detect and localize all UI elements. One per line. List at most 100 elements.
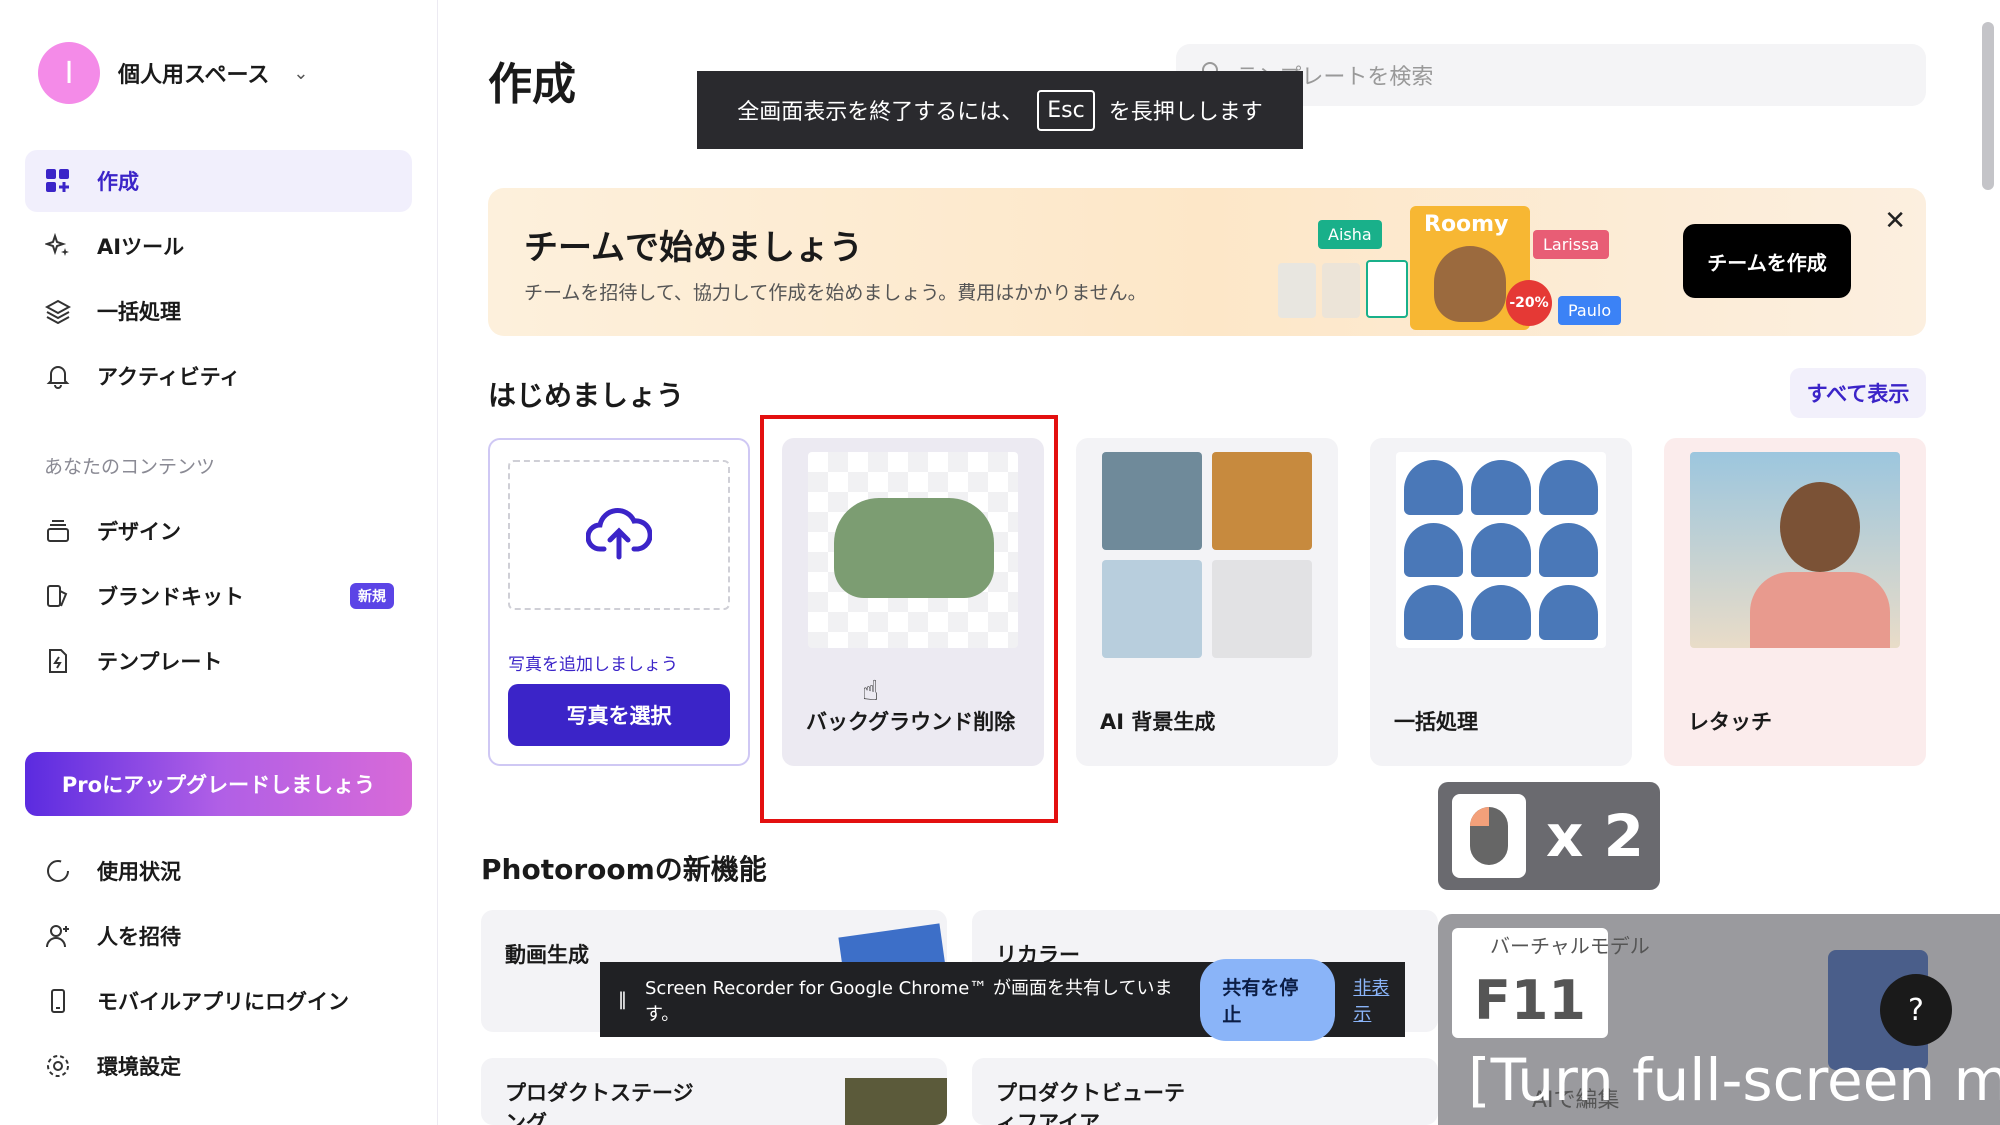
sidebar-item-usage[interactable]: 使用状況 xyxy=(25,840,412,902)
feature-product-beautifier[interactable]: プロダクトビューティフアイア xyxy=(972,1058,1438,1125)
choose-photo-button[interactable]: 写真を選択 xyxy=(508,684,730,746)
grid-plus-icon xyxy=(43,166,73,196)
sidebar-item-label: 使用状況 xyxy=(97,860,181,884)
esc-key: Esc xyxy=(1037,89,1095,131)
virtual-model-label: バーチャルモデル xyxy=(1490,934,1650,958)
page-title: 作成 xyxy=(488,59,576,110)
sidebar-item-label: テンプレート xyxy=(97,650,223,674)
stop-sharing-button[interactable]: 共有を停止 xyxy=(1200,958,1336,1041)
brand-kit-icon xyxy=(43,581,73,611)
layers-icon xyxy=(43,296,73,326)
workspace-switcher[interactable]: I 個人用スペース ⌄ xyxy=(38,42,308,104)
sidebar-item-settings[interactable]: 環境設定 xyxy=(25,1035,412,1097)
sidebar-item-label: アクティビティ xyxy=(97,365,241,389)
sidebar-item-activity[interactable]: アクティビティ xyxy=(25,345,412,407)
pause-icon: ‖ xyxy=(618,989,627,1010)
usage-ring-icon xyxy=(43,856,73,886)
sidebar-item-label: 人を招待 xyxy=(97,925,181,949)
bell-icon xyxy=(43,361,73,391)
card-batch[interactable]: 一括処理 xyxy=(1370,438,1632,766)
upgrade-button[interactable]: Proにアップグレードしましょう xyxy=(25,752,412,816)
sidebar-item-label: 作成 xyxy=(97,170,139,194)
sidebar-item-templates[interactable]: テンプレート xyxy=(25,630,412,692)
caps-grid xyxy=(1396,452,1606,648)
sidebar-item-create[interactable]: 作成 xyxy=(25,150,412,212)
cap-image xyxy=(1471,585,1531,640)
phone-icon xyxy=(43,986,73,1016)
fullscreen-exit-notice: 全画面表示を終了するには、 Esc を長押しします xyxy=(697,71,1303,149)
cap-image xyxy=(1538,460,1598,515)
discount-badge: -20% xyxy=(1506,280,1552,326)
collaborator-tag: Paulo xyxy=(1558,296,1622,325)
chevron-down-icon: ⌄ xyxy=(293,62,309,84)
feature-label: プロダクトビューティフアイア xyxy=(996,1081,1185,1125)
sidebar-item-label: AIツール xyxy=(97,235,185,259)
avatar: I xyxy=(38,42,100,104)
sidebar-item-invite[interactable]: 人を招待 xyxy=(25,905,412,967)
sidebar-item-batch[interactable]: 一括処理 xyxy=(25,280,412,342)
feature-label: プロダクトステージング xyxy=(505,1081,694,1125)
portrait-face xyxy=(1780,482,1860,572)
card-label: 一括処理 xyxy=(1394,710,1478,734)
feature-thumb xyxy=(845,1078,947,1125)
image-tile xyxy=(1212,560,1312,658)
template-icon xyxy=(43,646,73,676)
click-count-overlay: x 2 xyxy=(1438,782,1660,890)
see-all-button[interactable]: すべて表示 xyxy=(1790,368,1926,418)
brand-text: Roomy xyxy=(1424,212,1509,237)
new-badge: 新規 xyxy=(350,583,394,609)
upload-dropzone[interactable] xyxy=(508,460,730,610)
product-thumb-selected xyxy=(1366,260,1408,318)
sidebar-item-brand-kit[interactable]: ブランドキット 新規 xyxy=(25,565,412,627)
team-banner: チームで始めましょう チームを招待して、協力して作成を始めましょう。費用はかかり… xyxy=(488,188,1926,336)
cap-image xyxy=(1404,585,1464,640)
share-text: Screen Recorder for Google Chrome™ が画面を共… xyxy=(645,977,1173,1025)
image-tile xyxy=(1102,560,1202,658)
new-features-title: Photoroomの新機能 xyxy=(481,853,767,886)
sidebar-item-label: 一括処理 xyxy=(97,300,181,324)
cap-image xyxy=(1404,460,1464,515)
teddy-bear xyxy=(1434,246,1506,322)
cap-image xyxy=(1538,585,1598,640)
product-thumb xyxy=(1278,263,1316,318)
sidebar: I 個人用スペース ⌄ 作成 AIツール 一括処理 アクティビティ あなたのコン… xyxy=(0,0,438,1125)
sidebar-item-label: 環境設定 xyxy=(97,1055,181,1079)
help-icon[interactable]: ? xyxy=(1880,974,1952,1046)
notice-text: 全画面表示を終了するには、 xyxy=(737,100,1024,125)
hide-link[interactable]: 非表示 xyxy=(1353,974,1405,1026)
card-label: AI 背景生成 xyxy=(1100,710,1216,734)
sidebar-item-designs[interactable]: デザイン xyxy=(25,500,412,562)
feature-product-staging[interactable]: プロダクトステージング xyxy=(481,1058,947,1125)
image-tile xyxy=(1212,452,1312,550)
sidebar-item-label: デザイン xyxy=(97,520,181,544)
card-ai-background[interactable]: AI 背景生成 xyxy=(1076,438,1338,766)
cap-image xyxy=(1471,460,1531,515)
cap-image xyxy=(1538,522,1598,578)
sidebar-item-mobile-login[interactable]: モバイルアプリにログイン xyxy=(25,970,412,1032)
banner-illustration: Roomy Aisha Larissa Paulo -20% xyxy=(1278,198,1678,330)
scrollbar[interactable] xyxy=(1982,22,1994,190)
upload-card[interactable]: 写真を追加しましょう 写真を選択 xyxy=(488,438,750,766)
stack-icon xyxy=(43,516,73,546)
cap-image xyxy=(1471,522,1531,578)
mouse-icon xyxy=(1452,794,1526,878)
banner-subtitle: チームを招待して、協力して作成を始めましょう。費用はかかりません。 xyxy=(524,282,1147,304)
create-team-button[interactable]: チームを作成 xyxy=(1683,224,1851,298)
sidebar-item-label: モバイルアプリにログイン xyxy=(97,990,349,1014)
sidebar-item-ai-tools[interactable]: AIツール xyxy=(25,215,412,277)
cloud-upload-icon xyxy=(585,505,653,565)
card-label: レタッチ xyxy=(1688,710,1772,734)
image-tile xyxy=(1102,452,1202,550)
collaborator-tag: Aisha xyxy=(1318,220,1382,249)
cap-image xyxy=(1404,522,1464,578)
upload-hint: 写真を追加しましょう xyxy=(508,655,678,675)
content-section-label: あなたのコンテンツ xyxy=(44,456,216,478)
collaborator-tag: Larissa xyxy=(1533,230,1610,259)
banner-title: チームで始めましょう xyxy=(524,228,863,268)
click-count: x 2 xyxy=(1546,802,1644,870)
workspace-name: 個人用スペース xyxy=(118,63,270,88)
card-retouch[interactable]: レタッチ xyxy=(1664,438,1926,766)
start-section-title: はじめましょう xyxy=(488,379,685,412)
close-icon[interactable]: ✕ xyxy=(1884,206,1906,236)
screen-share-bar: ‖ Screen Recorder for Google Chrome™ が画面… xyxy=(600,958,1405,1041)
